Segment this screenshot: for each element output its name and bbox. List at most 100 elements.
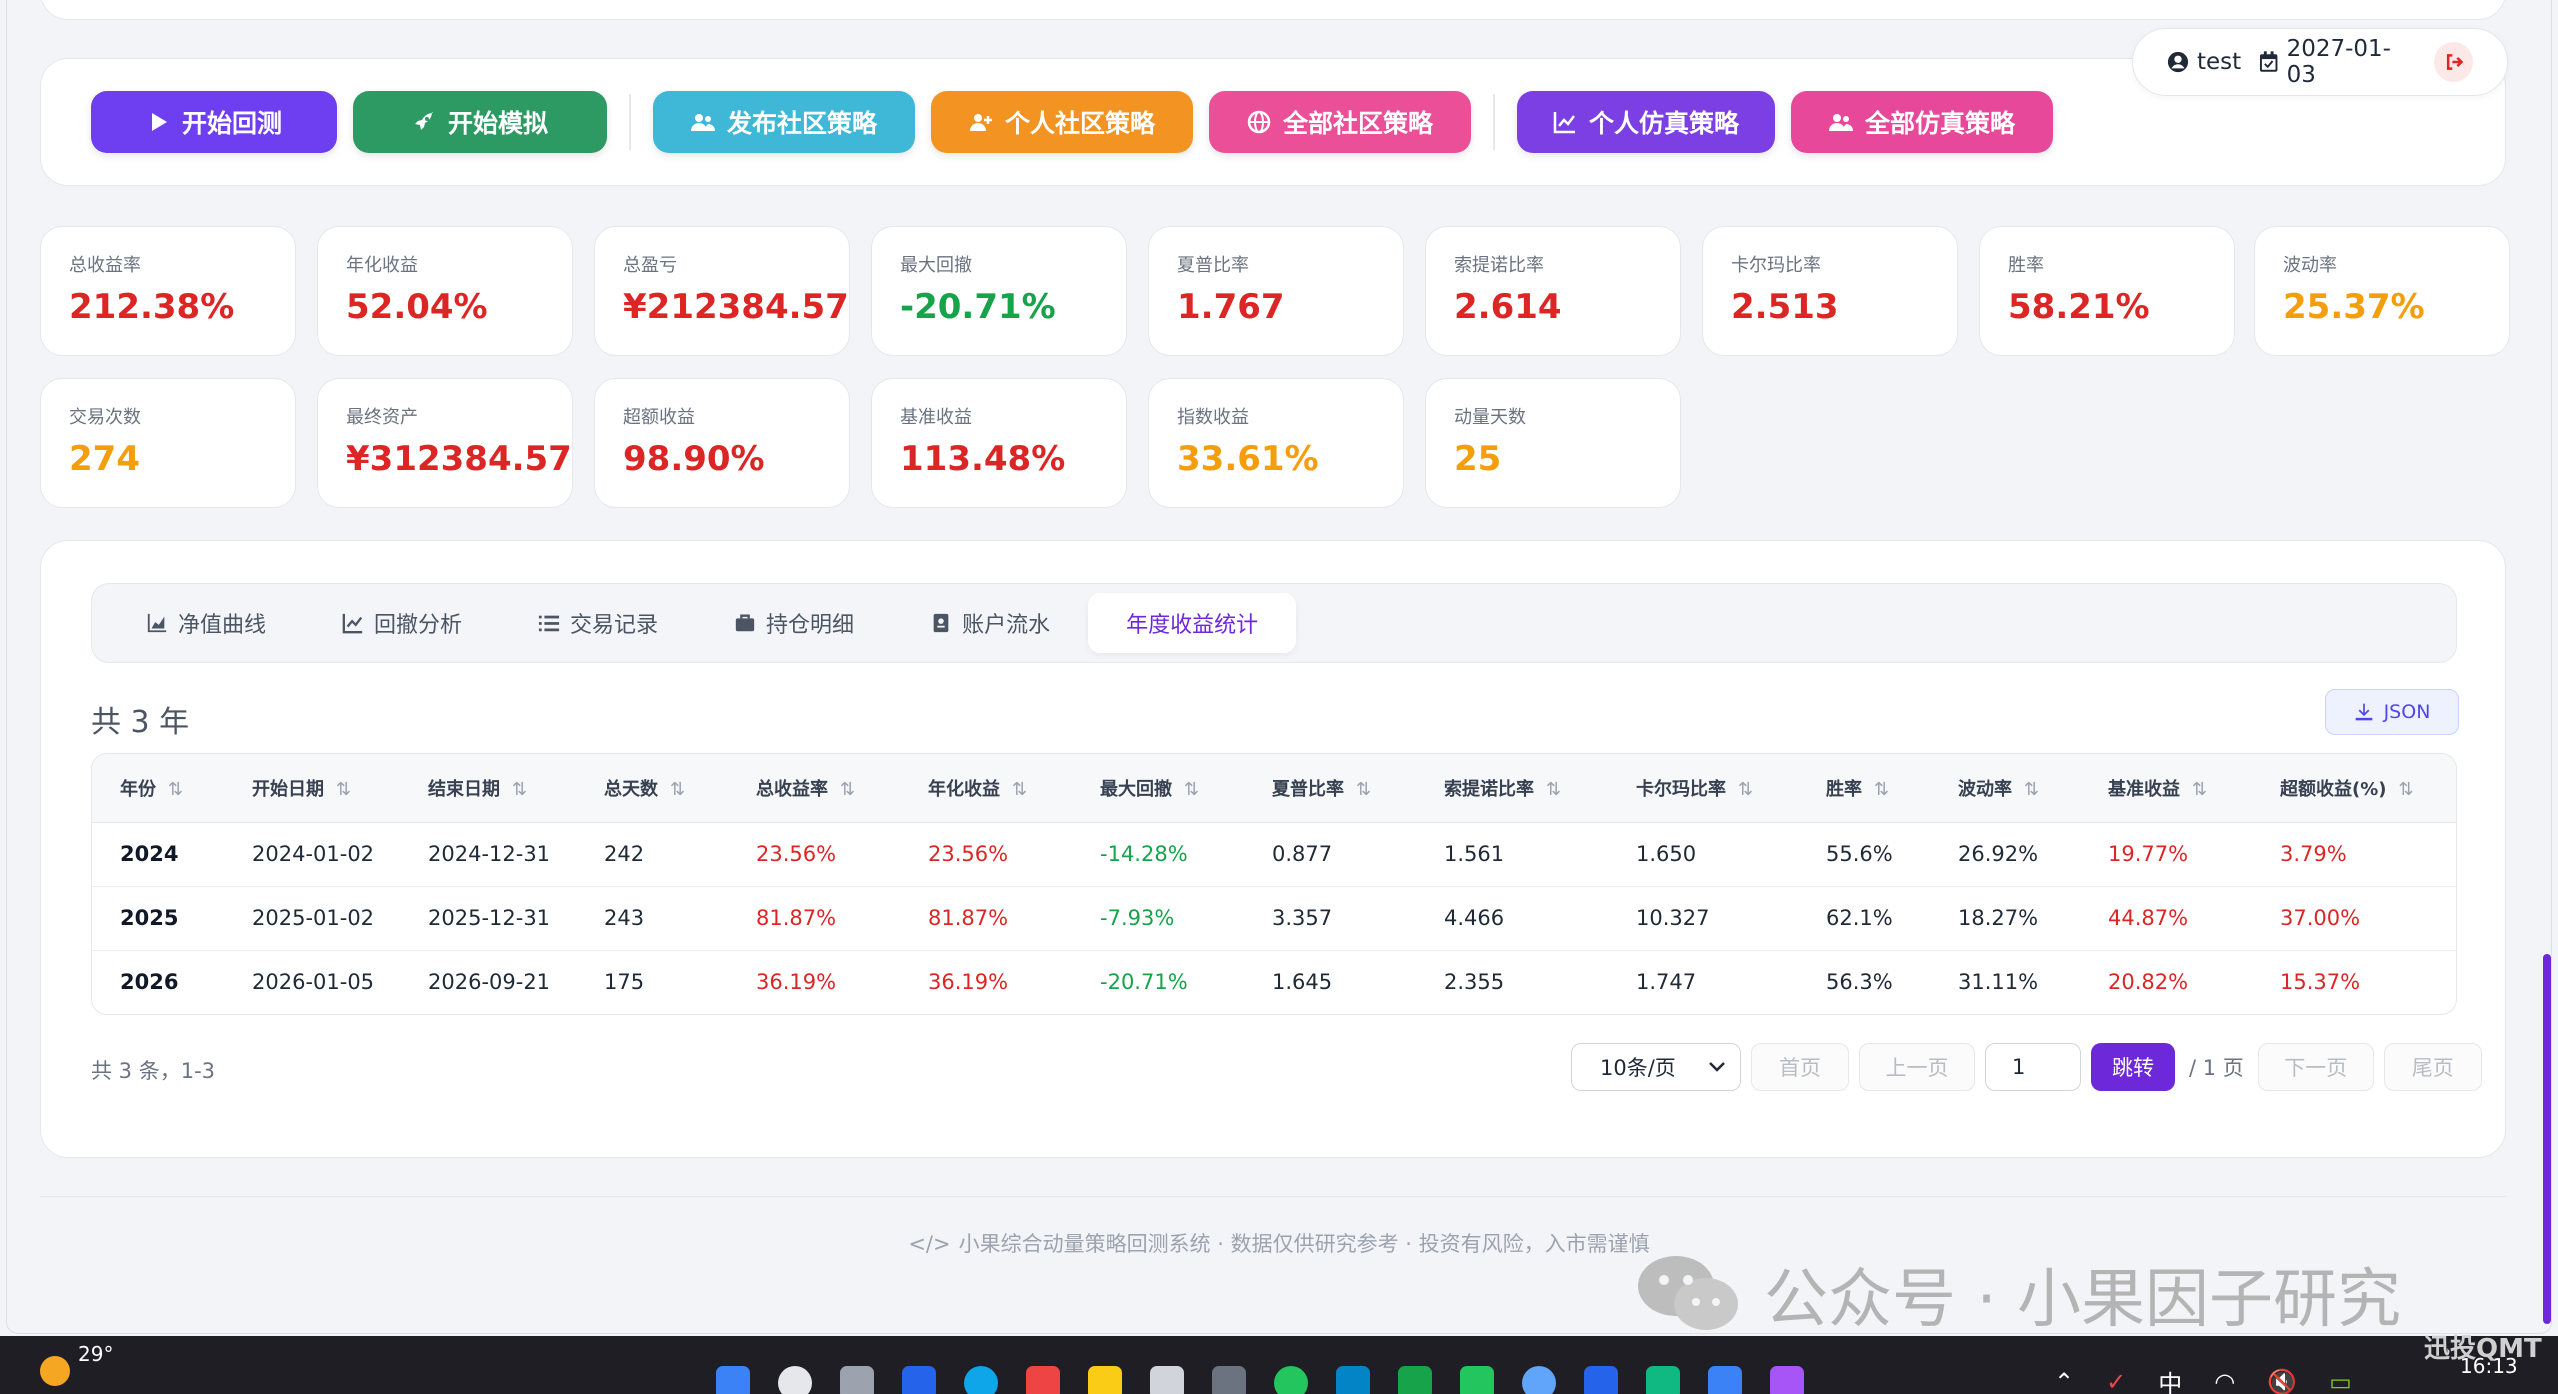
last-page-button[interactable]: 尾页	[2383, 1043, 2482, 1091]
start-simulation-button[interactable]: 开始模拟	[353, 91, 607, 153]
app-icon[interactable]	[1398, 1366, 1432, 1394]
taskbar-clock[interactable]: 16:13	[2460, 1354, 2518, 1378]
cell-total-return: 36.19%	[756, 970, 837, 995]
all-simulation-strategy-button[interactable]: 全部仿真策略	[1791, 91, 2053, 153]
start-backtest-button[interactable]: 开始回测	[91, 91, 337, 153]
results-card: 净值曲线 回撤分析 交易记录 持仓明细 账户流水 年度收益统计 共 3 年 JS…	[40, 540, 2506, 1158]
task-view-icon[interactable]	[840, 1366, 874, 1394]
column-header[interactable]: 年化收益 ⇅	[900, 754, 1072, 823]
tab-trade-records[interactable]: 交易记录	[500, 593, 696, 653]
list-icon	[538, 615, 560, 632]
table-header-row: 年份 ⇅ 开始日期 ⇅ 结束日期 ⇅ 总天数 ⇅ 总收益率 ⇅ 年化收益 ⇅ 最大回撤 ⇅ 夏…	[92, 754, 2456, 823]
json-export-button[interactable]: JSON	[2325, 689, 2459, 735]
sort-icon: ⇅	[1184, 778, 1200, 800]
tab-annual-returns[interactable]: 年度收益统计	[1088, 593, 1297, 653]
first-page-button[interactable]: 首页	[1751, 1043, 1849, 1091]
column-header[interactable]: 索提诺比率 ⇅	[1416, 754, 1608, 823]
browser-icon[interactable]	[1274, 1366, 1308, 1394]
page-scrollbar[interactable]	[2543, 954, 2551, 1324]
chevron-down-icon	[1709, 1062, 1725, 1072]
footer-divider	[40, 1196, 2506, 1197]
go-to-page-button[interactable]: 跳转	[2091, 1043, 2175, 1091]
metric-excess-return: 超额收益 98.90%	[594, 378, 850, 508]
search-app-icon[interactable]	[1522, 1366, 1556, 1394]
cell-volatility: 18.27%	[1958, 906, 2039, 930]
personal-community-strategy-button[interactable]: 个人社区策略	[931, 91, 1193, 153]
cell-win-rate: 62.1%	[1826, 906, 1893, 930]
edge-icon[interactable]	[964, 1366, 998, 1394]
column-header[interactable]: 波动率 ⇅	[1930, 754, 2080, 823]
cell-max-drawdown: -14.28%	[1100, 842, 1188, 866]
edge-dev-icon[interactable]	[1336, 1366, 1370, 1394]
tab-account-flow[interactable]: 账户流水	[892, 593, 1088, 653]
ime-indicator[interactable]: 中	[2158, 1364, 2182, 1394]
column-header[interactable]: 年份 ⇅	[92, 754, 224, 823]
vscode-icon[interactable]	[1584, 1366, 1618, 1394]
page: test 2027-01-03 开始回测 开始模拟 发布社区策略 个人社区策略	[0, 0, 2558, 1394]
cell-end-date: 2026-09-21	[428, 970, 551, 995]
column-header[interactable]: 最大回撤 ⇅	[1072, 754, 1244, 823]
app-icon[interactable]	[902, 1366, 936, 1394]
logout-icon	[2446, 54, 2463, 70]
metric-value: -20.71%	[900, 287, 1056, 327]
all-community-strategy-button[interactable]: 全部社区策略	[1209, 91, 1471, 153]
column-header[interactable]: 结束日期 ⇅	[400, 754, 576, 823]
column-header[interactable]: 总收益率 ⇅	[728, 754, 900, 823]
page-size-select[interactable]: 10条/页	[1571, 1043, 1741, 1091]
speaker-mute-icon[interactable]: 🔇	[2267, 1368, 2297, 1394]
publish-community-strategy-button[interactable]: 发布社区策略	[653, 91, 915, 153]
cell-win-rate: 55.6%	[1826, 842, 1893, 866]
chevron-up-icon[interactable]: ⌃	[2054, 1368, 2074, 1394]
tab-equity-curve[interactable]: 净值曲线	[108, 593, 304, 653]
app-icon[interactable]	[1212, 1366, 1246, 1394]
metric-benchmark-return: 基准收益 113.48%	[871, 378, 1127, 508]
sort-icon: ⇅	[1546, 778, 1562, 800]
cell-end-date: 2025-12-31	[428, 906, 551, 930]
personal-simulation-strategy-button[interactable]: 个人仿真策略	[1517, 91, 1775, 153]
column-header[interactable]: 夏普比率 ⇅	[1244, 754, 1416, 823]
cell-calmar: 10.327	[1636, 906, 1710, 930]
toolbar-divider	[629, 94, 631, 150]
users-icon	[1828, 114, 1853, 131]
sort-icon: ⇅	[670, 778, 686, 800]
metric-value: 98.90%	[623, 439, 765, 479]
column-header[interactable]: 总天数 ⇅	[576, 754, 728, 823]
column-header[interactable]: 胜率 ⇅	[1798, 754, 1930, 823]
antivirus-icon[interactable]: ✓	[2106, 1368, 2126, 1394]
tab-positions[interactable]: 持仓明细	[696, 593, 892, 653]
metric-value: 212.38%	[69, 287, 235, 327]
app-icon[interactable]	[1646, 1366, 1680, 1394]
column-header[interactable]: 开始日期 ⇅	[224, 754, 400, 823]
page-number-input[interactable]: 1	[1985, 1043, 2081, 1091]
wechat-taskbar-icon[interactable]	[1460, 1366, 1494, 1394]
store-icon[interactable]	[1150, 1366, 1184, 1394]
wifi-icon[interactable]: ◠	[2214, 1368, 2235, 1394]
wps-icon[interactable]	[1026, 1366, 1060, 1394]
metric-label: 索提诺比率	[1454, 255, 1544, 276]
prev-page-button[interactable]: 上一页	[1859, 1043, 1975, 1091]
battery-icon[interactable]: ▭	[2329, 1368, 2352, 1394]
tab-label: 持仓明细	[766, 613, 855, 638]
json-button-label: JSON	[2383, 701, 2431, 723]
start-menu-icon[interactable]	[716, 1366, 750, 1394]
sort-icon: ⇅	[1356, 778, 1372, 800]
column-header[interactable]: 卡尔玛比率 ⇅	[1608, 754, 1798, 823]
table-row: 2025 2025-01-02 2025-12-31 243 81.87% 81…	[92, 886, 2456, 950]
folder-icon[interactable]	[1088, 1366, 1122, 1394]
tab-drawdown[interactable]: 回撤分析	[304, 593, 500, 653]
app-icon[interactable]	[1770, 1366, 1804, 1394]
metric-sharpe: 夏普比率 1.767	[1148, 226, 1404, 356]
user-name-group: test	[2167, 49, 2241, 75]
search-icon[interactable]	[778, 1366, 812, 1394]
personal-simulation-strategy-label: 个人仿真策略	[1588, 109, 1739, 138]
os-taskbar: 29° ⌃ ✓ 中 ◠ 🔇 ▭	[0, 1336, 2558, 1394]
weather-widget[interactable]: 29°	[40, 1338, 113, 1386]
column-header[interactable]: 基准收益 ⇅	[2080, 754, 2252, 823]
logout-button[interactable]	[2434, 42, 2473, 82]
app-icon[interactable]	[1708, 1366, 1742, 1394]
metric-calmar: 卡尔玛比率 2.513	[1702, 226, 1958, 356]
watermark-text: 公众号 · 小果因子研究	[1764, 1263, 2402, 1337]
user-info-pill: test 2027-01-03	[2132, 28, 2508, 96]
column-header[interactable]: 超额收益(%) ⇅	[2252, 754, 2456, 823]
next-page-button[interactable]: 下一页	[2257, 1043, 2374, 1091]
